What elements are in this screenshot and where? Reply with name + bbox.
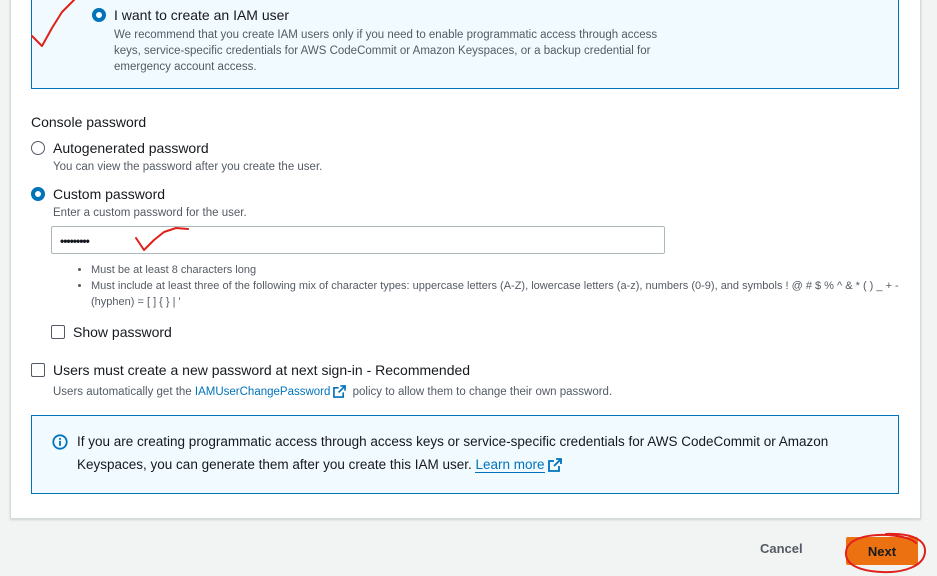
iam-user-change-password-link[interactable]: IAMUserChangePassword — [195, 386, 331, 398]
password-rule: Must be at least 8 characters long — [91, 262, 901, 278]
require-reset-desc-suffix: policy to allow them to change their own… — [349, 386, 613, 398]
autogenerated-password-label[interactable]: Autogenerated password — [53, 140, 209, 156]
iam-user-radio[interactable] — [92, 8, 106, 22]
require-reset-label[interactable]: Users must create a new password at next… — [53, 362, 470, 378]
show-password-checkbox[interactable] — [51, 325, 65, 339]
custom-password-label[interactable]: Custom password — [53, 186, 165, 202]
password-requirements-list: Must be at least 8 characters long Must … — [75, 262, 901, 310]
iam-user-option-box[interactable]: I want to create an IAM user We recommen… — [31, 0, 899, 89]
show-password-label[interactable]: Show password — [73, 324, 172, 340]
password-rule: Must include at least three of the follo… — [91, 278, 901, 310]
autogenerated-password-description: You can view the password after you crea… — [53, 161, 323, 173]
info-alert-message: If you are creating programmatic access … — [77, 434, 829, 472]
custom-password-input[interactable]: ••••••••• — [51, 226, 665, 254]
custom-password-description: Enter a custom password for the user. — [53, 207, 247, 219]
require-reset-checkbox[interactable] — [31, 363, 45, 377]
info-alert-text: If you are creating programmatic access … — [77, 430, 887, 476]
console-password-heading: Console password — [31, 114, 147, 130]
iam-user-option-label: I want to create an IAM user — [114, 7, 290, 23]
require-reset-description: Users automatically get the IAMUserChang… — [53, 384, 753, 400]
create-user-panel: I want to create an IAM user We recommen… — [10, 0, 921, 519]
autogenerated-password-radio[interactable] — [31, 141, 45, 155]
next-button[interactable]: Next — [846, 537, 918, 565]
learn-more-link[interactable]: Learn more — [475, 457, 545, 473]
cancel-button[interactable]: Cancel — [760, 541, 803, 556]
info-icon — [52, 434, 68, 450]
external-link-icon[interactable] — [333, 385, 347, 399]
iam-user-option-description: We recommend that you create IAM users o… — [114, 29, 658, 73]
external-link-icon[interactable] — [547, 458, 562, 473]
custom-password-radio[interactable] — [31, 187, 45, 201]
require-reset-desc-prefix: Users automatically get the — [53, 386, 195, 398]
info-alert: If you are creating programmatic access … — [31, 415, 899, 494]
